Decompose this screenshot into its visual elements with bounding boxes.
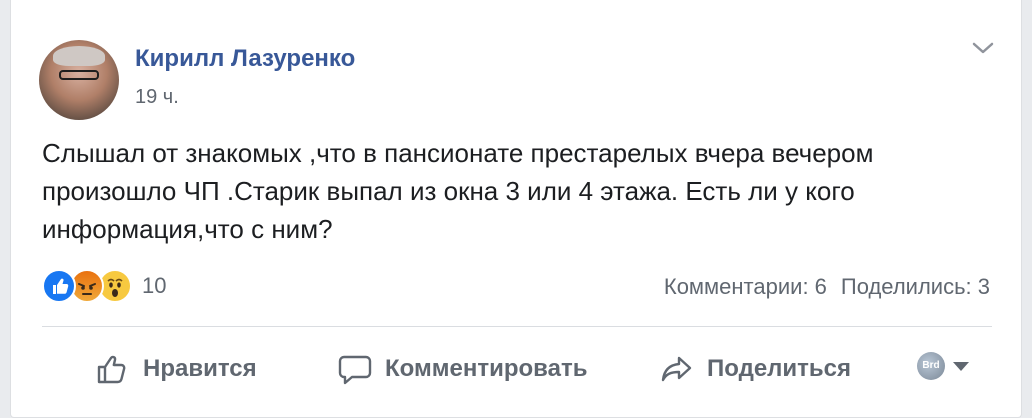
page-avatar: Brd — [917, 352, 945, 380]
like-button[interactable]: Нравится — [95, 344, 257, 394]
reactions-summary[interactable]: 10 — [42, 268, 166, 304]
speech-bubble-icon — [338, 355, 372, 385]
share-button-label: Поделиться — [707, 355, 852, 382]
avatar-hair — [53, 46, 105, 66]
comments-count-link[interactable]: Комментарии: 6 — [664, 274, 827, 300]
author-name[interactable]: Кирилл Лазуренко — [135, 45, 355, 73]
post-text-line: произошло ЧП .Старик выпал из окна 3 или… — [42, 176, 855, 206]
share-button[interactable]: Поделиться — [659, 344, 851, 394]
post-text-line: Слышал от знакомых ,что в пансионате пре… — [42, 138, 874, 168]
action-bar-divider — [42, 326, 992, 327]
comment-button-label: Комментировать — [385, 355, 588, 382]
thumbs-up-icon — [97, 355, 126, 384]
engagement-stats: Комментарии: 6 Поделились: 3 — [664, 274, 990, 300]
shares-count-link[interactable]: Поделились: 3 — [841, 274, 990, 300]
avatar-glasses — [59, 70, 99, 80]
reaction-count: 10 — [142, 273, 167, 298]
caret-down-icon — [953, 361, 969, 371]
comment-button[interactable]: Комментировать — [337, 344, 587, 394]
reaction-identity-selector[interactable]: Brd — [917, 352, 969, 380]
author-avatar[interactable] — [39, 40, 119, 120]
share-arrow-icon — [661, 356, 692, 382]
post-body: Слышал от знакомых ,что в пансионате пре… — [42, 134, 1002, 248]
post-timestamp[interactable]: 19 ч. — [135, 86, 179, 109]
like-button-label: Нравится — [143, 355, 257, 382]
like-icon — [42, 269, 76, 303]
post-text-line: информация,что с ним? — [42, 214, 333, 244]
post-options-chevron-icon[interactable] — [971, 38, 995, 58]
post-card: Кирилл Лазуренко 19 ч. Слышал от знакомы… — [10, 0, 1022, 418]
